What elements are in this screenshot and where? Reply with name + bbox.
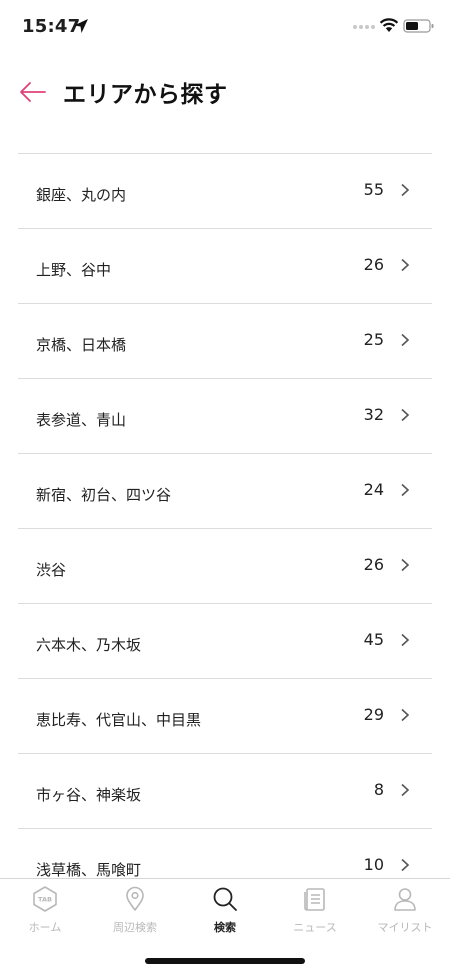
wifi-icon xyxy=(379,18,399,32)
area-count: 45 xyxy=(363,630,384,649)
tab-news[interactable]: ニュース xyxy=(270,879,360,949)
tab-mylist[interactable]: マイリスト xyxy=(360,879,450,949)
area-count: 32 xyxy=(363,405,384,424)
tab-label: マイリスト xyxy=(377,921,433,934)
chevron-right-icon xyxy=(401,783,410,797)
tab-home-icon: TAB xyxy=(33,886,57,912)
area-name: 浅草橋、馬喰町 xyxy=(36,861,142,879)
chevron-right-icon xyxy=(401,183,410,197)
tab-nearby-search[interactable]: 周辺検索 xyxy=(90,879,180,949)
location-arrow-icon xyxy=(74,19,88,33)
battery-icon xyxy=(403,19,434,33)
area-count: 25 xyxy=(363,330,384,349)
news-icon xyxy=(304,888,325,911)
tab-label: ホーム xyxy=(28,921,62,934)
area-count: 26 xyxy=(363,255,384,274)
cellular-signal-icon xyxy=(353,25,375,29)
area-row[interactable]: 京橋、日本橋 25 xyxy=(18,304,432,379)
home-indicator xyxy=(145,958,305,964)
tab-label: 周辺検索 xyxy=(113,921,157,934)
area-name: 京橋、日本橋 xyxy=(36,336,127,354)
area-name: 表参道、青山 xyxy=(36,411,127,429)
area-count: 24 xyxy=(363,480,384,499)
tab-label: ニュース xyxy=(293,921,337,934)
chevron-right-icon xyxy=(401,333,410,347)
area-row[interactable]: 市ヶ谷、神楽坂 8 xyxy=(18,754,432,829)
area-count: 29 xyxy=(363,705,384,724)
status-bar: 15:47 xyxy=(0,0,450,56)
area-name: 新宿、初台、四ツ谷 xyxy=(36,486,172,504)
search-icon xyxy=(213,887,237,911)
chevron-right-icon xyxy=(401,408,410,422)
chevron-right-icon xyxy=(401,708,410,722)
area-name: 恵比寿、代官山、中目黒 xyxy=(36,711,202,729)
area-row[interactable]: 新宿、初台、四ツ谷 24 xyxy=(18,454,432,529)
chevron-right-icon xyxy=(401,858,410,872)
area-row[interactable]: 銀座、丸の内 55 xyxy=(18,154,432,229)
page-title: エリアから探す xyxy=(63,82,228,108)
tab-label: 検索 xyxy=(214,921,236,934)
area-count: 8 xyxy=(373,780,384,799)
chevron-right-icon xyxy=(401,483,410,497)
area-count: 10 xyxy=(363,855,384,874)
status-time: 15:47 xyxy=(22,16,81,37)
area-name: 市ヶ谷、神楽坂 xyxy=(36,786,142,804)
user-icon xyxy=(394,888,416,911)
tab-home[interactable]: TAB ホーム xyxy=(0,879,90,949)
area-row[interactable]: 浅草橋、馬喰町 10 xyxy=(18,829,432,879)
area-count: 55 xyxy=(363,180,384,199)
area-name: 渋谷 xyxy=(36,561,67,579)
tab-logo-text: TAB xyxy=(38,896,52,904)
chevron-right-icon xyxy=(401,258,410,272)
area-count: 26 xyxy=(363,555,384,574)
area-row[interactable]: 渋谷 26 xyxy=(18,529,432,604)
area-row[interactable]: 恵比寿、代官山、中目黒 29 xyxy=(18,679,432,754)
back-arrow-icon[interactable] xyxy=(17,78,49,106)
area-name: 銀座、丸の内 xyxy=(36,186,127,204)
chevron-right-icon xyxy=(401,558,410,572)
area-list: 銀座、丸の内 55 上野、谷中 26 京橋、日本橋 25 表参道、青山 32 新… xyxy=(18,153,432,879)
area-name: 上野、谷中 xyxy=(36,261,112,279)
area-row[interactable]: 六本木、乃木坂 45 xyxy=(18,604,432,679)
map-pin-icon xyxy=(126,886,144,911)
area-row[interactable]: 表参道、青山 32 xyxy=(18,379,432,454)
tab-search[interactable]: 検索 xyxy=(180,879,270,949)
chevron-right-icon xyxy=(401,633,410,647)
area-row[interactable]: 上野、谷中 26 xyxy=(18,229,432,304)
area-name: 六本木、乃木坂 xyxy=(36,636,142,654)
